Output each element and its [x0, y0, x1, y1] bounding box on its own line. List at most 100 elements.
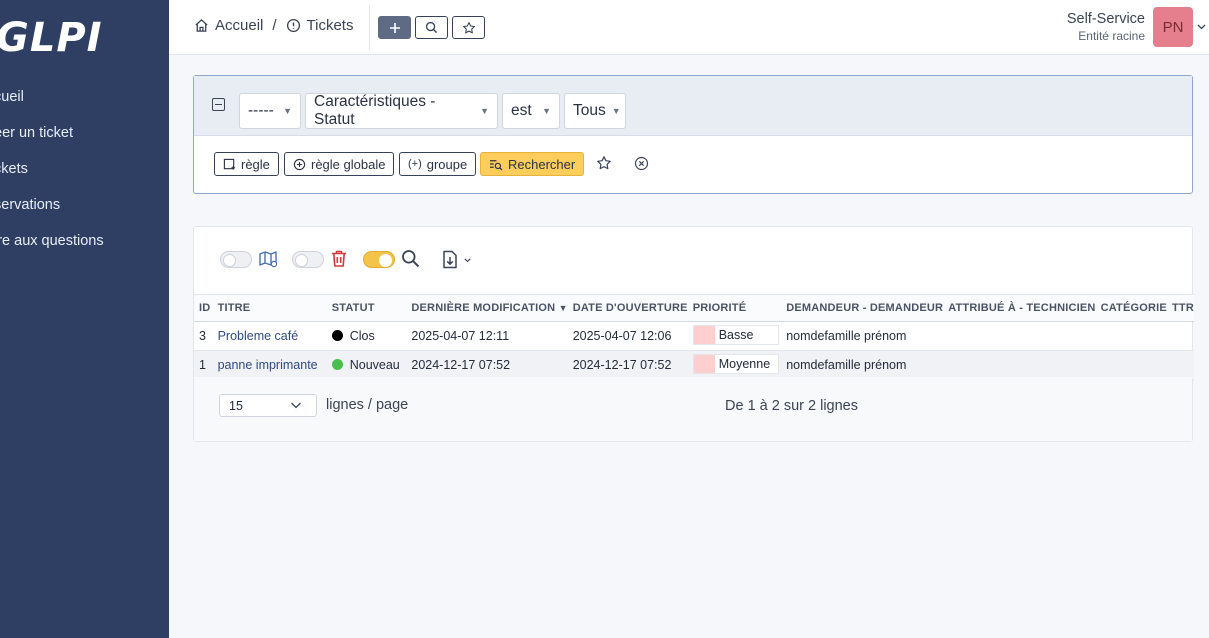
sidebar-item-faq[interactable]: ire aux questions	[0, 226, 169, 262]
status-dot-icon	[331, 359, 343, 370]
chevron-down-icon[interactable]	[464, 258, 471, 263]
glpi-logo[interactable]: GLPI	[0, 14, 103, 62]
cell-requester: nomdefamille prénom	[781, 350, 944, 380]
criteria-link-select[interactable]: ----- ▼	[239, 93, 301, 129]
avatar[interactable]: PN	[1153, 7, 1193, 47]
results-toolbar	[194, 227, 1192, 293]
search-submit-label: Rechercher	[508, 156, 576, 172]
criteria-value-value: Tous	[573, 102, 606, 119]
profile-entity: Entité racine	[1078, 29, 1145, 43]
trash-view-toggle[interactable]	[292, 251, 324, 268]
sidebar-item-tickets[interactable]: ckets	[0, 154, 169, 190]
cell-priority: Moyenne	[687, 350, 782, 380]
criteria-operator-select[interactable]: est ▼	[502, 93, 560, 129]
column-header-technician[interactable]: ATTRIBUÉ À - TECHNICIEN	[943, 294, 1096, 322]
caret-down-icon: ▼	[542, 106, 551, 116]
cell-opened: 2024-12-17 07:52	[567, 350, 688, 380]
breadcrumb-tickets[interactable]: Tickets	[286, 17, 354, 34]
table-row: 3 Probleme café Clos 2025-04-07 12:11 20…	[194, 321, 1194, 351]
cell-requester: nomdefamille prénom	[781, 321, 944, 351]
priority-swatch	[693, 355, 715, 373]
priority-swatch	[693, 326, 715, 344]
search-view-toggle[interactable]	[363, 251, 395, 268]
breadcrumb-home-label: Accueil	[215, 17, 264, 34]
cell-title: panne imprimante	[212, 350, 327, 380]
saved-searches-button[interactable]	[452, 16, 485, 39]
criteria-operator-value: est	[511, 102, 532, 119]
cell-ttr	[1167, 350, 1194, 380]
sidebar-item-reservations[interactable]: servations	[0, 190, 169, 226]
cell-category	[1095, 321, 1168, 351]
column-header-requester[interactable]: DEMANDEUR - DEMANDEUR	[781, 294, 944, 322]
chevron-down-icon[interactable]	[1197, 22, 1206, 33]
priority-label: Basse	[718, 328, 754, 342]
cell-priority: Basse	[687, 321, 782, 351]
chevron-down-icon	[291, 402, 301, 409]
breadcrumb-home[interactable]: Accueil	[194, 17, 263, 34]
sidebar-item-accueil[interactable]: cueil	[0, 82, 169, 118]
breadcrumb: Accueil / Tickets	[194, 17, 353, 34]
search-submit-button[interactable]: Rechercher	[480, 152, 585, 176]
rows-per-page-select[interactable]: 15	[219, 394, 317, 417]
ticket-title-link[interactable]: Probleme café	[218, 329, 299, 343]
criteria-value-select[interactable]: Tous ▼	[564, 93, 626, 129]
cell-id: 3	[194, 321, 213, 351]
priority-badge: Moyenne	[692, 354, 779, 374]
column-header-category[interactable]: CATÉGORIE	[1095, 294, 1168, 322]
export-file-icon[interactable]	[442, 250, 458, 269]
column-header-opening-date[interactable]: DATE D'OUVERTURE	[567, 294, 688, 322]
column-header-last-modified[interactable]: DERNIÈRE MODIFICATION ▼	[406, 294, 568, 322]
sidebar-item-create-ticket[interactable]: éer un ticket	[0, 118, 169, 154]
breadcrumb-tickets-label: Tickets	[306, 17, 354, 34]
map-view-toggle[interactable]	[220, 251, 252, 268]
column-header-title[interactable]: TITRE	[212, 294, 327, 322]
plus-icon	[389, 22, 400, 33]
add-group-button[interactable]: (+) groupe	[399, 152, 477, 176]
criteria-field-value: Caractéristiques - Statut	[314, 93, 436, 128]
column-header-id[interactable]: ID	[194, 294, 213, 322]
add-group-label: groupe	[426, 156, 468, 172]
cell-status: Nouveau	[326, 350, 407, 380]
trash-icon[interactable]	[330, 249, 348, 268]
logo-text: GLPI	[0, 15, 103, 61]
search-criteria-panel: ----- ▼ Caractéristiques - Statut ▼ est ▼ T…	[193, 75, 1193, 194]
map-icon[interactable]	[258, 249, 278, 269]
add-global-rule-button[interactable]: règle globale	[284, 152, 395, 176]
column-header-status[interactable]: STATUT	[326, 294, 407, 322]
pagination-bar: 15 lignes / page De 1 à 2 sur 2 lignes	[194, 377, 1192, 441]
header-divider	[369, 5, 370, 50]
breadcrumb-separator: /	[272, 17, 277, 34]
sidebar: GLPI cueil éer un ticket ckets servation…	[0, 0, 169, 638]
cell-technician	[943, 350, 1096, 380]
criteria-field-select[interactable]: Caractéristiques - Statut ▼	[305, 93, 498, 129]
alert-circle-icon	[286, 18, 300, 33]
ticket-title-link[interactable]: panne imprimante	[218, 358, 318, 372]
table-row: 1 panne imprimante Nouveau 2024-12-17 07…	[194, 350, 1194, 380]
caret-down-icon: ▼	[611, 106, 621, 116]
status-label: Nouveau	[349, 358, 400, 372]
column-header-ttr[interactable]: TTR	[1167, 294, 1194, 322]
cell-modified: 2024-12-17 07:52	[406, 350, 568, 380]
collapse-criteria-icon[interactable]	[212, 98, 225, 111]
add-rule-button[interactable]: règle	[214, 152, 279, 176]
results-panel: ID TITRE STATUT DERNIÈRE MODIFICATION ▼ …	[193, 226, 1194, 442]
column-header-priority[interactable]: PRIORITÉ	[687, 294, 782, 322]
add-ticket-button[interactable]	[378, 16, 411, 39]
search-button[interactable]	[415, 16, 448, 39]
add-rule-label: règle	[241, 156, 270, 172]
list-search-icon	[489, 159, 503, 170]
reset-search-icon[interactable]	[634, 156, 649, 171]
save-search-star-icon[interactable]	[596, 155, 612, 171]
parentheses-plus-icon: (+)	[408, 158, 422, 170]
sidebar-menu: cueil éer un ticket ckets servations ire…	[0, 82, 169, 262]
criteria-link-value: -----	[248, 102, 274, 119]
rows-per-page-value: 15	[229, 398, 243, 413]
priority-label: Moyenne	[718, 357, 771, 371]
user-profile[interactable]: Self-Service Entité racine	[1067, 11, 1145, 43]
search-icon[interactable]	[401, 249, 420, 268]
caret-down-icon: ▼	[283, 106, 292, 116]
cell-category	[1095, 350, 1168, 380]
tickets-table: ID TITRE STATUT DERNIÈRE MODIFICATION ▼ …	[194, 294, 1194, 380]
search-criteria-row: ----- ▼ Caractéristiques - Statut ▼ est ▼ T…	[194, 76, 1192, 136]
rows-per-page-label: lignes / page	[326, 397, 409, 413]
